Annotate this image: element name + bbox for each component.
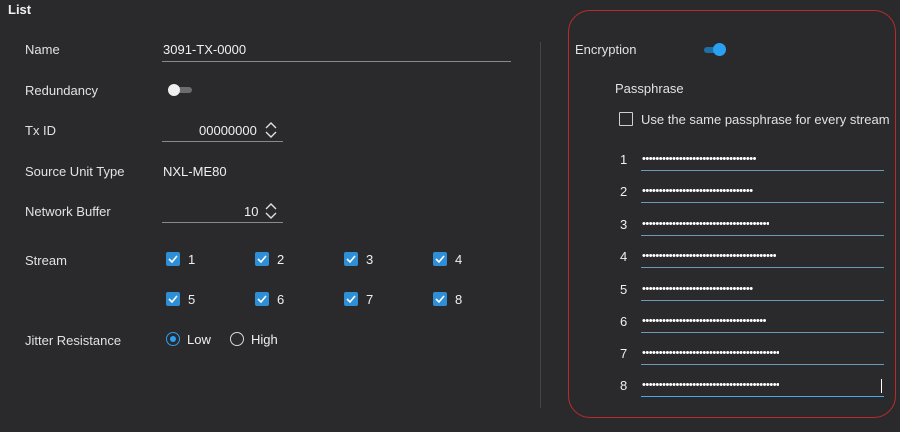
passphrase-8-number: 8 xyxy=(620,378,628,393)
stream-8-checkbox[interactable] xyxy=(433,292,447,306)
stream-5-label: 5 xyxy=(188,292,196,307)
stream-1-checkbox[interactable] xyxy=(166,252,180,266)
passphrase-2-number: 2 xyxy=(620,184,628,199)
passphrase-7-input[interactable]: ••••••••••••••••••••••••••••••••••••••••… xyxy=(642,347,779,359)
source-unit-type-label: Source Unit Type xyxy=(25,164,125,179)
passphrase-6-number: 6 xyxy=(620,314,628,329)
stream-4-checkbox[interactable] xyxy=(433,252,447,266)
passphrase-3-number: 3 xyxy=(620,217,628,232)
stream-4-label: 4 xyxy=(455,252,463,267)
stream-label: Stream xyxy=(25,253,67,268)
encryption-toggle[interactable] xyxy=(704,43,726,56)
stream-2-label: 2 xyxy=(277,252,285,267)
tx-id-label: Tx ID xyxy=(25,123,57,138)
tx-id-input[interactable]: 00000000 xyxy=(199,123,257,138)
jitter-high-radio[interactable] xyxy=(230,332,244,346)
passphrase-3-underline xyxy=(641,235,884,236)
text-cursor xyxy=(881,379,882,393)
passphrase-3-input[interactable]: •••••••••••••••••••••••••••••••••••••• xyxy=(642,218,769,230)
section-title: List xyxy=(8,2,32,17)
stream-3-checkbox[interactable] xyxy=(344,252,358,266)
encryption-label: Encryption xyxy=(575,42,637,57)
source-unit-type-value: NXL-ME80 xyxy=(163,164,227,179)
passphrase-5-underline xyxy=(641,300,884,301)
stream-7-label: 7 xyxy=(366,292,374,307)
passphrase-4-underline xyxy=(641,267,884,268)
passphrase-6-input[interactable]: ••••••••••••••••••••••••••••••••••••• xyxy=(642,315,766,327)
stream-6-label: 6 xyxy=(277,292,285,307)
passphrase-4-input[interactable]: •••••••••••••••••••••••••••••••••••••••• xyxy=(642,250,776,262)
passphrase-2-input[interactable]: ••••••••••••••••••••••••••••••••• xyxy=(642,185,753,197)
name-input[interactable]: 3091-TX-0000 xyxy=(163,42,246,57)
passphrase-1-underline xyxy=(641,170,884,171)
column-divider xyxy=(540,42,541,408)
redundancy-label: Redundancy xyxy=(25,83,98,98)
stream-2-checkbox[interactable] xyxy=(255,252,269,266)
jitter-low-radio[interactable] xyxy=(166,332,180,346)
passphrase-1-number: 1 xyxy=(620,152,628,167)
passphrase-5-number: 5 xyxy=(620,282,628,297)
jitter-high-label: High xyxy=(251,332,278,347)
passphrase-7-number: 7 xyxy=(620,346,628,361)
name-underline xyxy=(162,61,511,62)
toggle-knob xyxy=(168,84,180,96)
network-buffer-stepper-icon[interactable] xyxy=(264,202,278,220)
passphrase-8-input[interactable]: ••••••••••••••••••••••••••••••••••••••••… xyxy=(642,379,779,391)
same-passphrase-checkbox[interactable] xyxy=(619,112,633,126)
network-buffer-underline xyxy=(162,222,283,223)
stream-8-label: 8 xyxy=(455,292,463,307)
network-buffer-label: Network Buffer xyxy=(25,204,111,219)
jitter-resistance-label: Jitter Resistance xyxy=(25,333,122,348)
same-passphrase-label: Use the same passphrase for every stream xyxy=(641,112,890,127)
stream-1-label: 1 xyxy=(188,252,196,267)
network-buffer-input[interactable]: 10 xyxy=(244,204,258,219)
passphrase-6-underline xyxy=(641,332,884,333)
tx-id-stepper-icon[interactable] xyxy=(264,121,278,139)
passphrase-2-underline xyxy=(641,202,884,203)
radio-dot xyxy=(170,336,176,342)
stream-6-checkbox[interactable] xyxy=(255,292,269,306)
redundancy-toggle[interactable] xyxy=(168,84,192,96)
passphrase-label: Passphrase xyxy=(615,81,684,96)
stream-5-checkbox[interactable] xyxy=(166,292,180,306)
toggle-knob xyxy=(713,43,726,56)
stream-3-label: 3 xyxy=(366,252,374,267)
jitter-low-label: Low xyxy=(187,332,211,347)
stream-7-checkbox[interactable] xyxy=(344,292,358,306)
passphrase-5-input[interactable]: ••••••••••••••••••••••••••••••••• xyxy=(642,283,753,295)
tx-id-underline xyxy=(162,141,283,142)
passphrase-4-number: 4 xyxy=(620,249,628,264)
passphrase-8-underline xyxy=(641,396,884,397)
passphrase-7-underline xyxy=(641,364,884,365)
passphrase-1-input[interactable]: •••••••••••••••••••••••••••••••••• xyxy=(642,153,756,165)
name-label: Name xyxy=(25,42,60,57)
